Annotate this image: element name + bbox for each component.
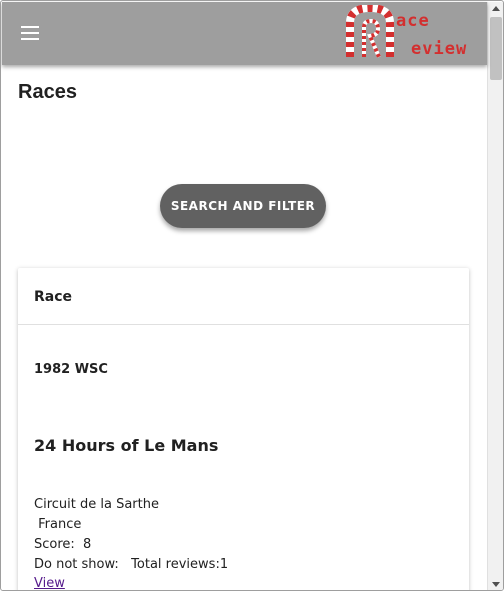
browser-frame: ace eview Races SEARCH AND FILTER Race 1… bbox=[0, 0, 504, 591]
search-and-filter-button[interactable]: SEARCH AND FILTER bbox=[160, 184, 326, 228]
race-series: 1982 WSC bbox=[34, 362, 108, 377]
race-name: 24 Hours of Le Mans bbox=[34, 436, 219, 455]
scroll-thumb[interactable] bbox=[490, 17, 502, 80]
menu-icon[interactable] bbox=[21, 26, 41, 42]
scroll-up-arrow-icon[interactable] bbox=[492, 6, 500, 11]
vertical-scrollbar[interactable] bbox=[487, 2, 503, 590]
app-bar: ace eview bbox=[2, 2, 487, 65]
main-content: Races SEARCH AND FILTER Race 1982 WSC 24… bbox=[2, 65, 487, 590]
logo-text-top: ace bbox=[396, 11, 430, 31]
page-title: Races bbox=[18, 81, 77, 103]
score-text: Score: 8 bbox=[34, 537, 92, 552]
reviews-text: Do not show: Total reviews:1 bbox=[34, 557, 229, 572]
circuit-name: Circuit de la Sarthe bbox=[34, 497, 159, 512]
logo-text-bottom: eview bbox=[411, 39, 468, 59]
view-link[interactable]: View bbox=[34, 576, 65, 590]
card-header: Race bbox=[18, 268, 469, 325]
race-card: Race 1982 WSC 24 Hours of Le Mans Circui… bbox=[18, 268, 469, 590]
race-review-logo[interactable]: ace eview bbox=[346, 3, 470, 61]
scroll-down-arrow-icon[interactable] bbox=[492, 582, 500, 587]
country-name: France bbox=[34, 517, 82, 532]
